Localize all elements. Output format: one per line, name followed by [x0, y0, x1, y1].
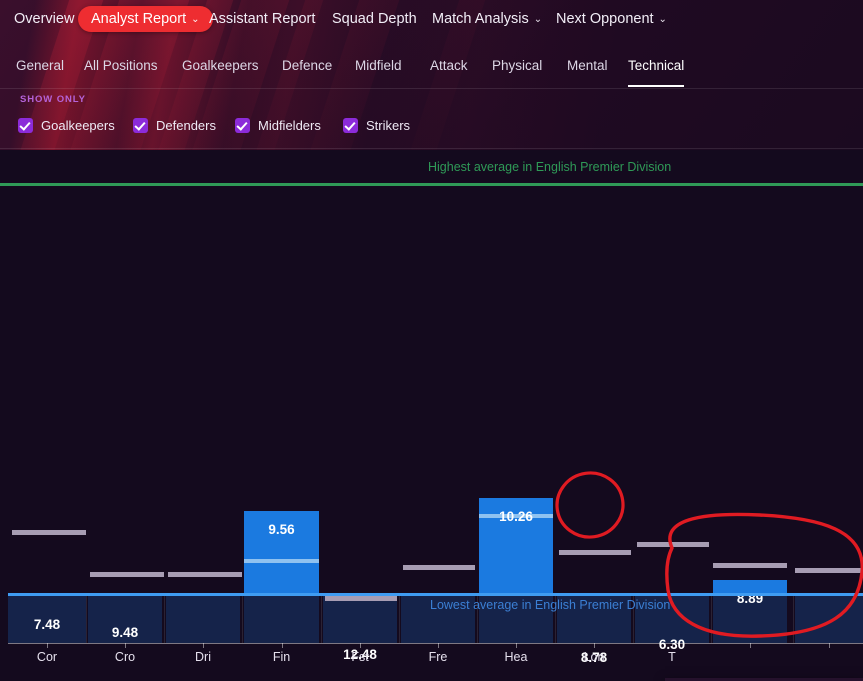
division-average-marker	[795, 568, 863, 573]
tab-all-positions[interactable]: All Positions	[84, 50, 158, 84]
division-average-marker	[637, 542, 709, 547]
chevron-down-icon: ⌄	[533, 14, 543, 25]
chevron-down-icon: ⌄	[191, 14, 200, 25]
primary-nav: Overview Analyst Report ⌄ Assistant Report S…	[0, 0, 863, 38]
division-average-marker	[559, 550, 631, 555]
division-average-marker	[168, 572, 242, 577]
division-average-marker	[90, 572, 164, 577]
x-axis-line	[8, 643, 863, 644]
x-axis-label: Fst	[351, 650, 369, 664]
x-axis-label: Hea	[504, 650, 528, 664]
nav-item-assistant-report[interactable]: Assistant Report	[205, 6, 319, 32]
check-icon[interactable]	[133, 117, 148, 133]
bar-base	[795, 593, 863, 643]
tab-technical[interactable]: Technical	[628, 50, 685, 87]
average-baseline-rule	[8, 593, 863, 596]
filter-checkbox-goalkeepers[interactable]: Goalkeepers	[18, 114, 115, 136]
check-icon[interactable]	[343, 117, 358, 133]
nav-item-squad-depth[interactable]: Squad Depth	[328, 6, 421, 32]
nav-item-label: Next Opponent	[556, 11, 654, 27]
nav-item-next-opponent[interactable]: Next Opponent ⌄	[552, 6, 671, 32]
filter-label: Midfielders	[258, 117, 321, 133]
division-average-marker	[713, 563, 787, 568]
x-axis-tick	[516, 643, 517, 648]
nav-item-label: Squad Depth	[332, 11, 417, 27]
grid-line	[321, 593, 322, 643]
division-average-marker	[12, 530, 86, 535]
x-axis-label: Cro	[114, 650, 136, 664]
x-axis-label: Lon	[583, 650, 605, 664]
x-axis-tick	[125, 643, 126, 648]
x-axis-tick	[203, 643, 204, 648]
bar-value-label: 9.56	[268, 522, 295, 537]
division-average-marker	[403, 565, 475, 570]
bar-average-marker	[244, 559, 319, 563]
x-axis-label: Fre	[428, 650, 448, 664]
nav-item-label: Overview	[14, 11, 75, 27]
tab-mental[interactable]: Mental	[567, 50, 608, 84]
x-axis-tick	[360, 643, 361, 648]
nav-item-analyst-report[interactable]: Analyst Report ⌄	[78, 6, 213, 32]
x-axis-label: T	[668, 650, 676, 664]
x-axis-tick	[750, 643, 751, 648]
technical-attributes-chart: Highest average in English Premier Divis…	[0, 150, 863, 681]
grid-line	[242, 593, 243, 643]
chevron-down-icon: ⌄	[658, 14, 667, 25]
lowest-average-label: Lowest average in English Premier Divisi…	[430, 598, 671, 612]
filter-label: Strikers	[366, 117, 411, 133]
bar-base	[244, 593, 319, 643]
bar-value-label: 7.48	[33, 617, 61, 632]
grid-line	[793, 593, 794, 643]
check-icon[interactable]	[18, 117, 33, 133]
nav-item-label: Match Analysis	[432, 11, 529, 27]
filter-checkbox-strikers[interactable]: Strikers	[343, 114, 410, 136]
tab-midfield[interactable]: Midfield	[355, 50, 402, 84]
x-axis-tick	[281, 643, 283, 648]
x-axis-label: Dri	[195, 650, 211, 664]
header: Overview Analyst Report ⌄ Assistant Report S…	[0, 0, 863, 150]
filter-label: Goalkeepers	[41, 117, 115, 133]
x-axis-label: Fin	[272, 650, 291, 664]
filter-checkbox-midfielders[interactable]: Midfielders	[235, 114, 321, 136]
tab-physical[interactable]: Physical	[492, 50, 542, 84]
x-axis-tick	[829, 643, 830, 648]
analyst-report-screen: Overview Analyst Report ⌄ Assistant Report S…	[0, 0, 863, 681]
x-axis-tick	[438, 643, 439, 648]
bar-base	[166, 593, 240, 643]
nav-item-label: Assistant Report	[209, 11, 316, 27]
nav-item-match-analysis[interactable]: Match Analysis ⌄	[428, 6, 546, 32]
secondary-nav: General All Positions Goalkeepers Defence Mi…	[0, 50, 863, 90]
grid-line	[86, 593, 87, 643]
x-axis-tick	[47, 643, 48, 648]
filter-checkbox-defenders[interactable]: Defenders	[133, 114, 216, 136]
x-axis-label: Cor	[36, 650, 58, 664]
tab-goalkeepers[interactable]: Goalkeepers	[182, 50, 259, 84]
filter-divider	[0, 148, 863, 149]
check-icon[interactable]	[235, 117, 250, 133]
bar-value-label: 9.48	[111, 625, 139, 640]
tab-general[interactable]: General	[16, 50, 64, 84]
x-axis-tick	[594, 643, 595, 648]
bar-value-label: 10.26	[499, 509, 533, 524]
nav-item-overview[interactable]: Overview	[10, 6, 78, 32]
x-axis-tick	[672, 643, 673, 648]
grid-line	[399, 593, 400, 643]
division-average-marker	[325, 596, 397, 601]
show-only-label: SHOW ONLY	[20, 94, 86, 105]
nav-item-label: Analyst Report	[91, 11, 187, 27]
filter-label: Defenders	[156, 117, 216, 133]
tab-defence[interactable]: Defence	[282, 50, 332, 84]
grid-line	[164, 593, 165, 643]
tab-attack[interactable]: Attack	[430, 50, 468, 84]
grid-line	[711, 593, 712, 643]
